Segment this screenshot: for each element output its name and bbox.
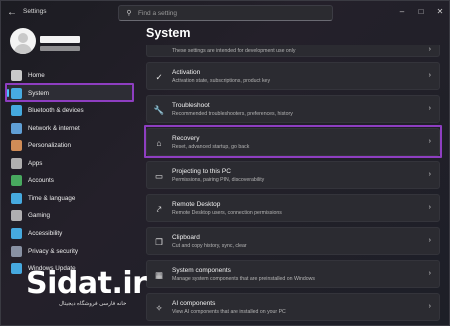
chevron-right-icon: ›: [428, 72, 431, 79]
sidebar-item-system[interactable]: System: [7, 85, 133, 101]
card-subtitle: Recommended troubleshooters, preferences…: [172, 111, 293, 117]
settings-card-remote-desktop[interactable]: ⤤ Remote Desktop Remote Desktop users, con…: [146, 194, 440, 222]
clipboard-icon: ❐: [155, 236, 163, 247]
developer-settings-text: These settings are intended for developm…: [172, 48, 296, 54]
close-icon[interactable]: ✕: [433, 6, 447, 18]
settings-window: ← Settings ⚲ Find a setting – □ ✕ Home Sy…: [0, 0, 450, 326]
search-placeholder[interactable]: Find a setting: [138, 10, 177, 17]
clock-icon: [11, 192, 22, 204]
sidebar-item-label: Bluetooth & devices: [28, 106, 84, 114]
back-arrow-icon[interactable]: ←: [5, 7, 19, 19]
projecting-icon: ▭: [154, 170, 164, 181]
developer-settings-card[interactable]: These settings are intended for developm…: [146, 45, 440, 57]
settings-card-system-components[interactable]: ▦ System components Manage system componen…: [146, 260, 440, 288]
apps-icon: [11, 157, 22, 169]
accessibility-icon: [11, 227, 22, 239]
components-icon: ▦: [154, 269, 164, 280]
home-icon: [11, 69, 22, 81]
wrench-icon: 🔧: [153, 104, 165, 115]
profile-name-redacted: [40, 36, 80, 43]
card-title: Recovery: [172, 135, 200, 142]
sidebar-item-label: Network & internet: [28, 124, 80, 132]
app-title: Settings: [23, 8, 47, 15]
sidebar-item-label: Gaming: [28, 211, 51, 219]
chevron-right-icon: ›: [428, 270, 431, 277]
sidebar-item-label: Accessibility: [28, 229, 63, 237]
chevron-right-icon: ›: [428, 171, 431, 178]
card-title: Activation: [172, 69, 201, 76]
card-subtitle: Permissions, pairing PIN, discoverabilit…: [172, 177, 265, 183]
chevron-right-icon: ›: [428, 237, 431, 244]
sidebar-item-gaming[interactable]: Gaming: [7, 207, 133, 223]
page-title: System: [146, 26, 191, 40]
sidebar-item-accounts[interactable]: Accounts: [7, 172, 133, 188]
sidebar-item-label: Personalization: [28, 141, 72, 149]
sidebar-item-personalization[interactable]: Personalization: [7, 137, 133, 153]
card-subtitle: Remote Desktop users, connection permiss…: [172, 210, 282, 216]
search-box[interactable]: ⚲ Find a setting: [118, 5, 333, 21]
card-subtitle: Cut and copy history, sync, clear: [172, 243, 247, 249]
settings-card-ai-components[interactable]: ✧ AI components View AI components that ar…: [146, 293, 440, 321]
sidebar-item-label: Accounts: [28, 176, 54, 184]
chevron-right-icon: ›: [428, 105, 431, 112]
settings-card-clipboard[interactable]: ❐ Clipboard Cut and copy history, sync, cl…: [146, 227, 440, 255]
sidebar-item-label: Apps: [28, 159, 43, 167]
shield-icon: [11, 245, 22, 257]
watermark-brand: Sidat.ir: [26, 266, 147, 301]
card-title: Troubleshoot: [172, 102, 210, 109]
sidebar-item-label: System: [28, 89, 49, 97]
card-subtitle: Manage system components that are preins…: [172, 276, 316, 282]
sidebar-item-label: Home: [28, 71, 45, 79]
accounts-icon: [11, 174, 22, 186]
watermark-tagline: خانه فارسی فروشگاه دیجیتال: [59, 301, 127, 307]
brush-icon: [11, 139, 22, 151]
settings-card-recovery[interactable]: ⌂ Recovery Reset, advanced startup, go bac…: [146, 128, 440, 156]
remote-desktop-icon: ⤤: [156, 203, 162, 214]
sidebar-item-network-internet[interactable]: Network & internet: [7, 120, 133, 136]
maximize-icon[interactable]: □: [414, 6, 428, 18]
settings-card-activation[interactable]: ✓ Activation Activation state, subscriptio…: [146, 62, 440, 90]
card-subtitle: Activation state, subscriptions, product…: [172, 78, 271, 84]
sidebar-item-time-language[interactable]: Time & language: [7, 190, 133, 206]
sidebar-item-home[interactable]: Home: [7, 67, 133, 83]
avatar[interactable]: [10, 28, 36, 54]
system-icon: [11, 87, 22, 99]
chevron-right-icon: ›: [428, 138, 431, 145]
card-title: Clipboard: [172, 234, 200, 241]
ai-components-icon: ✧: [155, 302, 163, 313]
recovery-icon: ⌂: [156, 138, 162, 148]
sidebar-item-accessibility[interactable]: Accessibility: [7, 225, 133, 241]
chevron-right-icon: ›: [428, 303, 431, 310]
title-bar: ← Settings ⚲ Find a setting – □ ✕: [1, 1, 449, 25]
watermark: Sidat.ir خانه فارسی فروشگاه دیجیتال: [26, 266, 147, 308]
bluetooth-icon: [11, 104, 22, 116]
sidebar-item-label: Time & language: [28, 194, 76, 202]
chevron-right-icon: ›: [428, 204, 431, 211]
card-title: Projecting to this PC: [172, 168, 231, 175]
settings-card-projecting-to-this-pc[interactable]: ▭ Projecting to this PC Permissions, pairi…: [146, 161, 440, 189]
network-icon: [11, 122, 22, 134]
sidebar-item-apps[interactable]: Apps: [7, 155, 133, 171]
minimize-icon[interactable]: –: [395, 6, 409, 18]
card-subtitle: Reset, advanced startup, go back: [172, 144, 250, 150]
chevron-right-icon: ›: [428, 46, 431, 53]
search-icon: ⚲: [126, 10, 132, 17]
settings-card-troubleshoot[interactable]: 🔧 Troubleshoot Recommended troubleshooters…: [146, 95, 440, 123]
sidebar-item-label: Privacy & security: [28, 247, 79, 255]
card-subtitle: View AI components that are installed on…: [172, 309, 286, 315]
card-title: AI components: [172, 300, 216, 307]
gamepad-icon: [11, 209, 22, 221]
card-title: Remote Desktop: [172, 201, 221, 208]
sidebar-item-privacy-security[interactable]: Privacy & security: [7, 243, 133, 259]
profile-email-redacted: [40, 46, 80, 51]
update-icon: [11, 262, 22, 274]
card-title: System components: [172, 267, 231, 274]
activation-icon: ✓: [155, 71, 163, 82]
sidebar-item-bluetooth-devices[interactable]: Bluetooth & devices: [7, 102, 133, 118]
